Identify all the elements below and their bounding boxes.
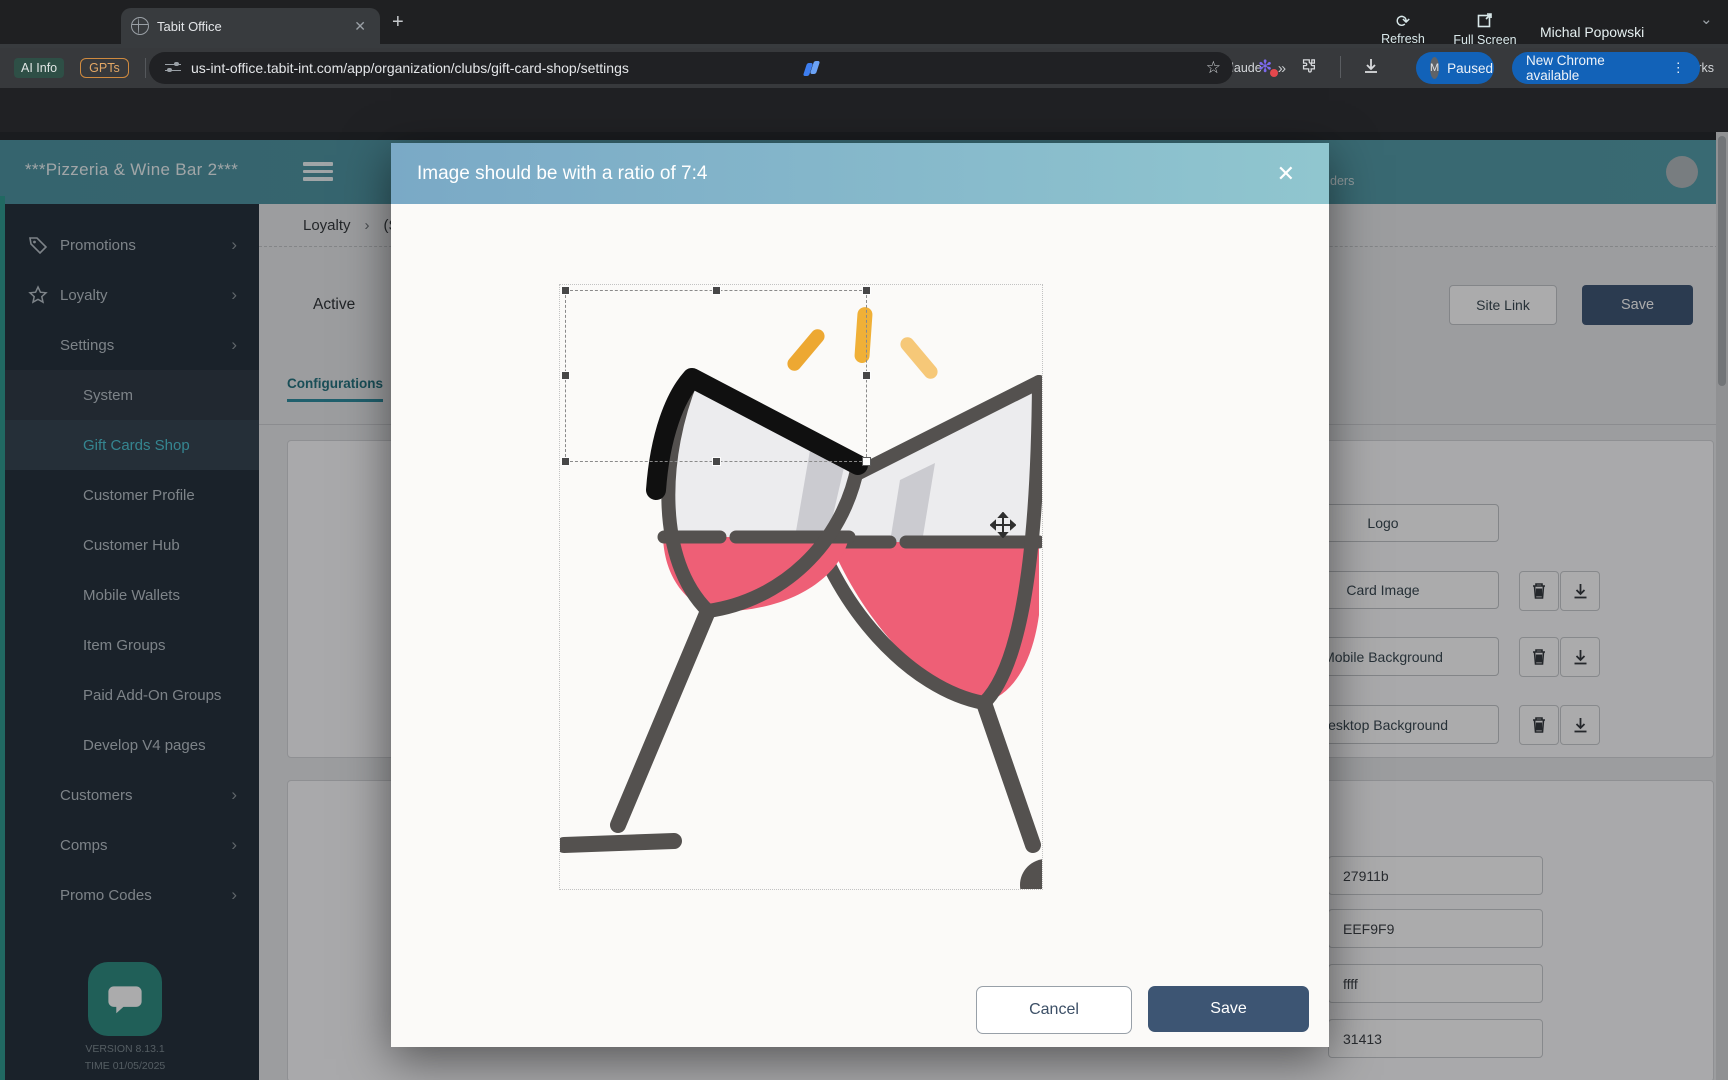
bookmark-star-icon[interactable]: ☆ (1206, 58, 1221, 78)
refresh-button[interactable]: ⟳ Refresh (1372, 12, 1434, 46)
browser-tab[interactable]: Tabit Office ✕ (121, 8, 380, 44)
new-tab-button[interactable]: + (392, 12, 404, 32)
tab-title: Tabit Office (157, 19, 350, 34)
crop-handle-middle-left[interactable] (561, 371, 570, 380)
downloads-icon[interactable] (1362, 57, 1380, 75)
claude-extension-icon[interactable]: ✻ (1258, 58, 1276, 76)
full-screen-icon (1442, 12, 1528, 33)
modal-footer: Cancel Save (976, 986, 1309, 1034)
paused-label: Paused (1447, 61, 1493, 76)
crop-handle-top-middle[interactable] (712, 286, 721, 295)
modal-title: Image should be with a ratio of 7:4 (417, 163, 707, 185)
tab-close-icon[interactable]: ✕ (350, 16, 370, 37)
crop-handle-top-left[interactable] (561, 286, 570, 295)
address-bar[interactable]: us-int-office.tabit-int.com/app/organiza… (149, 52, 1233, 84)
crop-handle-bottom-right[interactable] (862, 457, 871, 466)
bookmarks-divider (145, 58, 146, 78)
crop-handle-bottom-middle[interactable] (712, 457, 721, 466)
profile-paused-pill[interactable]: M Paused (1416, 52, 1494, 84)
url-text: us-int-office.tabit-int.com/app/organiza… (191, 60, 629, 76)
tab-favicon-globe-icon (131, 17, 149, 35)
crop-handle-top-right[interactable] (862, 286, 871, 295)
bookmark-zapier[interactable] (804, 61, 819, 76)
refresh-icon: ⟳ (1372, 12, 1434, 32)
kebab-menu-icon[interactable]: ⋮ (1672, 60, 1687, 76)
crop-handle-middle-right[interactable] (862, 371, 871, 380)
toolbar-divider (1340, 56, 1341, 78)
bookmark-gpts[interactable]: GPTs (80, 58, 129, 78)
bookmarks-overflow-icon[interactable]: » (1278, 60, 1286, 77)
blue-arrows-icon (804, 61, 819, 76)
profile-avatar: M (1430, 57, 1439, 79)
crop-selection-rect[interactable] (565, 290, 867, 462)
crop-handle-bottom-left[interactable] (561, 457, 570, 466)
update-label: New Chrome available (1526, 53, 1662, 83)
cancel-button[interactable]: Cancel (976, 986, 1132, 1034)
tab-search-icon[interactable]: ⌄ (1700, 10, 1713, 28)
sparkle-right (898, 334, 941, 381)
extensions-puzzle-icon[interactable] (1301, 58, 1318, 75)
site-info-icon[interactable] (165, 62, 181, 74)
full-screen-button[interactable]: Full Screen (1442, 12, 1528, 47)
bookmark-ai-info[interactable]: AI Info (14, 58, 64, 78)
user-name[interactable]: Michal Popowski (1540, 24, 1644, 40)
image-crop-modal: Image should be with a ratio of 7:4 ✕ (391, 143, 1329, 1047)
move-cursor-icon (990, 512, 1016, 538)
new-chrome-available-pill[interactable]: New Chrome available ⋮ (1512, 52, 1700, 84)
modal-save-button[interactable]: Save (1148, 986, 1309, 1032)
modal-close-icon[interactable]: ✕ (1269, 157, 1303, 191)
modal-header: Image should be with a ratio of 7:4 ✕ (391, 143, 1329, 204)
